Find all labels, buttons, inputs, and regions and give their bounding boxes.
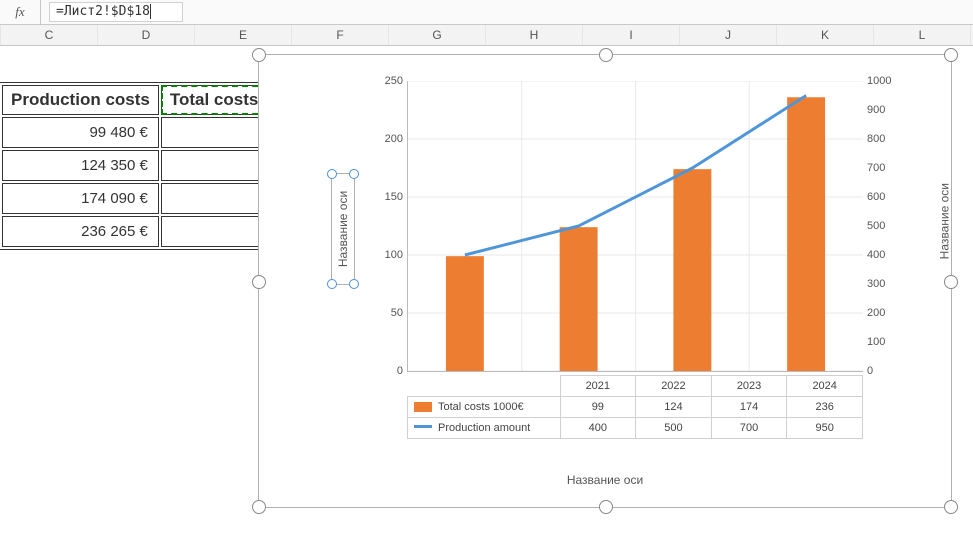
col-K[interactable]: K xyxy=(777,25,874,45)
resize-handle-icon[interactable] xyxy=(252,275,266,289)
data-value: 700 xyxy=(711,418,787,439)
resize-handle-icon[interactable] xyxy=(252,500,266,514)
resize-handle-icon[interactable] xyxy=(327,279,337,289)
category-label: 2023 xyxy=(711,376,787,397)
axis-title-text: Название оси xyxy=(336,191,350,267)
chart-object[interactable]: 050100150200250 010020030040050060070080… xyxy=(250,46,960,516)
line-swatch-icon xyxy=(414,425,432,428)
column-header-row: C D E F G H I J K L M xyxy=(0,25,973,46)
legend-item-line[interactable]: Production amount xyxy=(408,418,561,439)
cell[interactable]: 236 265 € xyxy=(2,216,159,247)
col-F[interactable]: F xyxy=(292,25,389,45)
col-D[interactable]: D xyxy=(98,25,195,45)
col-C[interactable]: C xyxy=(1,25,98,45)
resize-handle-icon[interactable] xyxy=(944,500,958,514)
data-value: 174 xyxy=(711,397,787,418)
col-H[interactable]: H xyxy=(486,25,583,45)
category-label: 2022 xyxy=(636,376,712,397)
cell[interactable]: 99 480 € xyxy=(2,117,159,148)
resize-handle-icon[interactable] xyxy=(599,48,613,62)
resize-handle-icon[interactable] xyxy=(349,279,359,289)
chart-frame: 050100150200250 010020030040050060070080… xyxy=(258,54,952,508)
col-E[interactable]: E xyxy=(195,25,292,45)
plot-area[interactable] xyxy=(407,81,863,372)
formula-bar: fx =Лист2!$D$18 xyxy=(0,0,973,25)
col-J[interactable]: J xyxy=(680,25,777,45)
resize-handle-icon[interactable] xyxy=(252,48,266,62)
formula-text: =Лист2!$D$18 xyxy=(56,4,150,19)
col-G[interactable]: G xyxy=(389,25,486,45)
category-label: 2024 xyxy=(787,376,863,397)
formula-input[interactable]: =Лист2!$D$18 xyxy=(49,2,183,22)
bar-swatch-icon xyxy=(414,402,432,412)
resize-handle-icon[interactable] xyxy=(327,169,337,179)
y-axis-left-label-editor[interactable]: Название оси xyxy=(331,173,355,285)
cell[interactable]: 174 090 € xyxy=(2,183,159,214)
header-production-costs[interactable]: Production costs xyxy=(2,85,159,115)
resize-handle-icon[interactable] xyxy=(944,48,958,62)
legend-label: Production amount xyxy=(438,422,530,434)
data-value: 400 xyxy=(560,418,636,439)
category-label: 2021 xyxy=(560,376,636,397)
cell[interactable]: 124 350 € xyxy=(2,150,159,181)
fx-icon[interactable]: fx xyxy=(0,0,41,24)
data-value: 236 xyxy=(787,397,863,418)
resize-handle-icon[interactable] xyxy=(944,275,958,289)
col-L[interactable]: L xyxy=(874,25,971,45)
y-axis-left: 050100150200250 xyxy=(367,81,403,371)
col-I[interactable]: I xyxy=(583,25,680,45)
resize-handle-icon[interactable] xyxy=(599,500,613,514)
chart-data-table[interactable]: 2021 2022 2023 2024 Total costs 1000€ 99… xyxy=(407,375,863,439)
x-axis-label[interactable]: Название оси xyxy=(267,473,943,487)
data-value: 99 xyxy=(560,397,636,418)
data-value: 500 xyxy=(636,418,712,439)
legend-item-bars[interactable]: Total costs 1000€ xyxy=(408,397,561,418)
y-axis-right: 01002003004005006007008009001000 xyxy=(867,81,903,371)
data-value: 950 xyxy=(787,418,863,439)
data-value: 124 xyxy=(636,397,712,418)
resize-handle-icon[interactable] xyxy=(349,169,359,179)
legend-label: Total costs 1000€ xyxy=(438,401,524,413)
y-axis-right-label[interactable]: Название оси xyxy=(937,183,951,259)
